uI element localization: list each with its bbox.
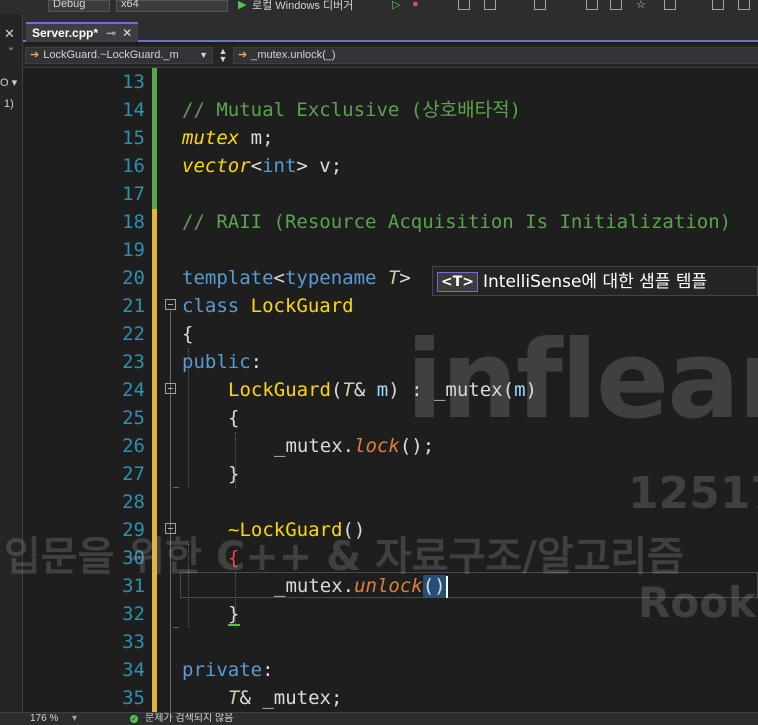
line-number: 21 (122, 295, 145, 317)
line-number: 17 (122, 183, 145, 205)
stop-icon[interactable]: ● (412, 0, 419, 10)
toolbar-tool-icon-2[interactable] (484, 0, 496, 10)
line-number: 24 (122, 379, 145, 401)
code-line: class LockGuard (182, 295, 354, 317)
line-number: 23 (122, 351, 145, 373)
line-number: 14 (122, 99, 145, 121)
code-line: T& _mutex; (228, 687, 343, 709)
code-line: } (228, 463, 240, 485)
tab-server-cpp[interactable]: Server.cpp* ⊸ ✕ (26, 22, 139, 42)
line-number: 33 (122, 631, 145, 653)
template-tag-badge: <T> (437, 272, 479, 292)
toolbar-tool-icon-5[interactable] (610, 0, 622, 10)
code-comment: // Mutual Exclusive (상호배타적) (182, 99, 522, 121)
status-bar: 176 % ▾ ✓ 문제가 검색되지 않음 (0, 712, 758, 725)
member-label: _mutex.unlock(_) (251, 49, 336, 61)
line-number: 19 (122, 239, 145, 261)
panel-item[interactable]: " (9, 46, 13, 58)
line-number: 28 (122, 491, 145, 513)
panel-item[interactable]: 1) (4, 98, 14, 110)
line-number: 35 (122, 687, 145, 709)
toolbar-tool-icon-4[interactable] (586, 0, 598, 10)
line-number: 20 (122, 267, 145, 289)
scope-dropdown[interactable]: ➔ LockGuard.~LockGuard._m ▼ (25, 47, 213, 64)
scope-label: LockGuard.~LockGuard._m (43, 49, 179, 61)
code-line: public: (182, 351, 263, 373)
brace-match-underline (228, 624, 240, 626)
line-number: 27 (122, 463, 145, 485)
watermark-number: 12517 (628, 468, 758, 519)
line-number: 13 (122, 71, 145, 93)
start-without-debug-icon[interactable]: ▷ (392, 0, 400, 11)
toolbar-tool-icon-7[interactable] (712, 0, 724, 10)
toolbar-tool-icon-1[interactable] (458, 0, 470, 10)
line-number: 22 (122, 323, 145, 345)
toolbar-tool-icon-3[interactable] (534, 0, 546, 10)
bookmark-icon[interactable]: ☆ (636, 0, 646, 11)
configuration-value: Debug (53, 0, 86, 10)
platform-dropdown[interactable]: x64 (116, 0, 228, 12)
document-tab-strip: Server.cpp* ⊸ ✕ (23, 14, 758, 42)
line-number: 15 (122, 127, 145, 149)
toolbar-tool-icon-6[interactable] (664, 0, 676, 10)
member-dropdown[interactable]: ➔ _mutex.unlock(_) (233, 47, 758, 64)
chevron-down-icon: ▼ (199, 50, 208, 60)
configuration-dropdown[interactable]: Debug (48, 0, 110, 12)
line-number: 16 (122, 155, 145, 177)
close-icon[interactable]: ✕ (122, 26, 132, 40)
inflearn-watermark-logo: inflearn (406, 318, 758, 443)
split-toggle-icon[interactable]: ▲ ▼ (217, 47, 229, 64)
line-number: 18 (122, 211, 145, 233)
side-panel: ✕ " O ▾ 1) (0, 14, 23, 724)
watermark-course-title: 입문을 위한 C++ & 자료구조/알고리즘 (4, 534, 684, 580)
run-debugger-button[interactable]: 로컬 Windows 디버거 (252, 0, 353, 13)
line-number: 32 (122, 603, 145, 625)
code-line: { (228, 407, 240, 429)
pin-icon[interactable]: ⊸ (106, 26, 116, 40)
panel-item[interactable]: O ▾ (0, 76, 17, 89)
code-line: private: (182, 659, 274, 681)
code-comment: // RAII (Resource Acquisition Is Initial… (182, 211, 732, 233)
navigation-bar: ➔ LockGuard.~LockGuard._m ▼ ▲ ▼ ➔ _mutex.un… (23, 45, 758, 68)
toolbar: Debug x64 ▶ 로컬 Windows 디버거 ▷ ● ☆ (0, 0, 758, 14)
toolbar-tool-icon-8[interactable] (738, 0, 750, 10)
line-number: 26 (122, 435, 145, 457)
zoom-level[interactable]: 176 % (30, 714, 58, 724)
tab-label: Server.cpp* (32, 26, 99, 40)
line-number: 34 (122, 659, 145, 681)
scope-arrow-icon: ➔ (30, 49, 40, 61)
zoom-dropdown-icon[interactable]: ▾ (72, 714, 77, 724)
code-line: template<typename T> (182, 267, 411, 289)
code-line: vector<int> v; (182, 155, 343, 177)
code-line: mutex m; (182, 127, 274, 149)
member-arrow-icon: ➔ (238, 49, 248, 61)
tooltip-text: IntelliSense에 대한 샘플 템플 (483, 272, 708, 292)
intellisense-tooltip[interactable]: <T> IntelliSense에 대한 샘플 템플 (432, 266, 758, 296)
panel-close-icon[interactable]: ✕ (4, 26, 15, 42)
code-line: { (182, 323, 194, 345)
platform-value: x64 (121, 0, 139, 10)
issues-status[interactable]: 문제가 검색되지 않음 (145, 714, 233, 724)
line-number: 25 (122, 407, 145, 429)
run-play-icon[interactable]: ▶ (238, 0, 246, 11)
watermark-author: Rookiss (638, 578, 758, 627)
